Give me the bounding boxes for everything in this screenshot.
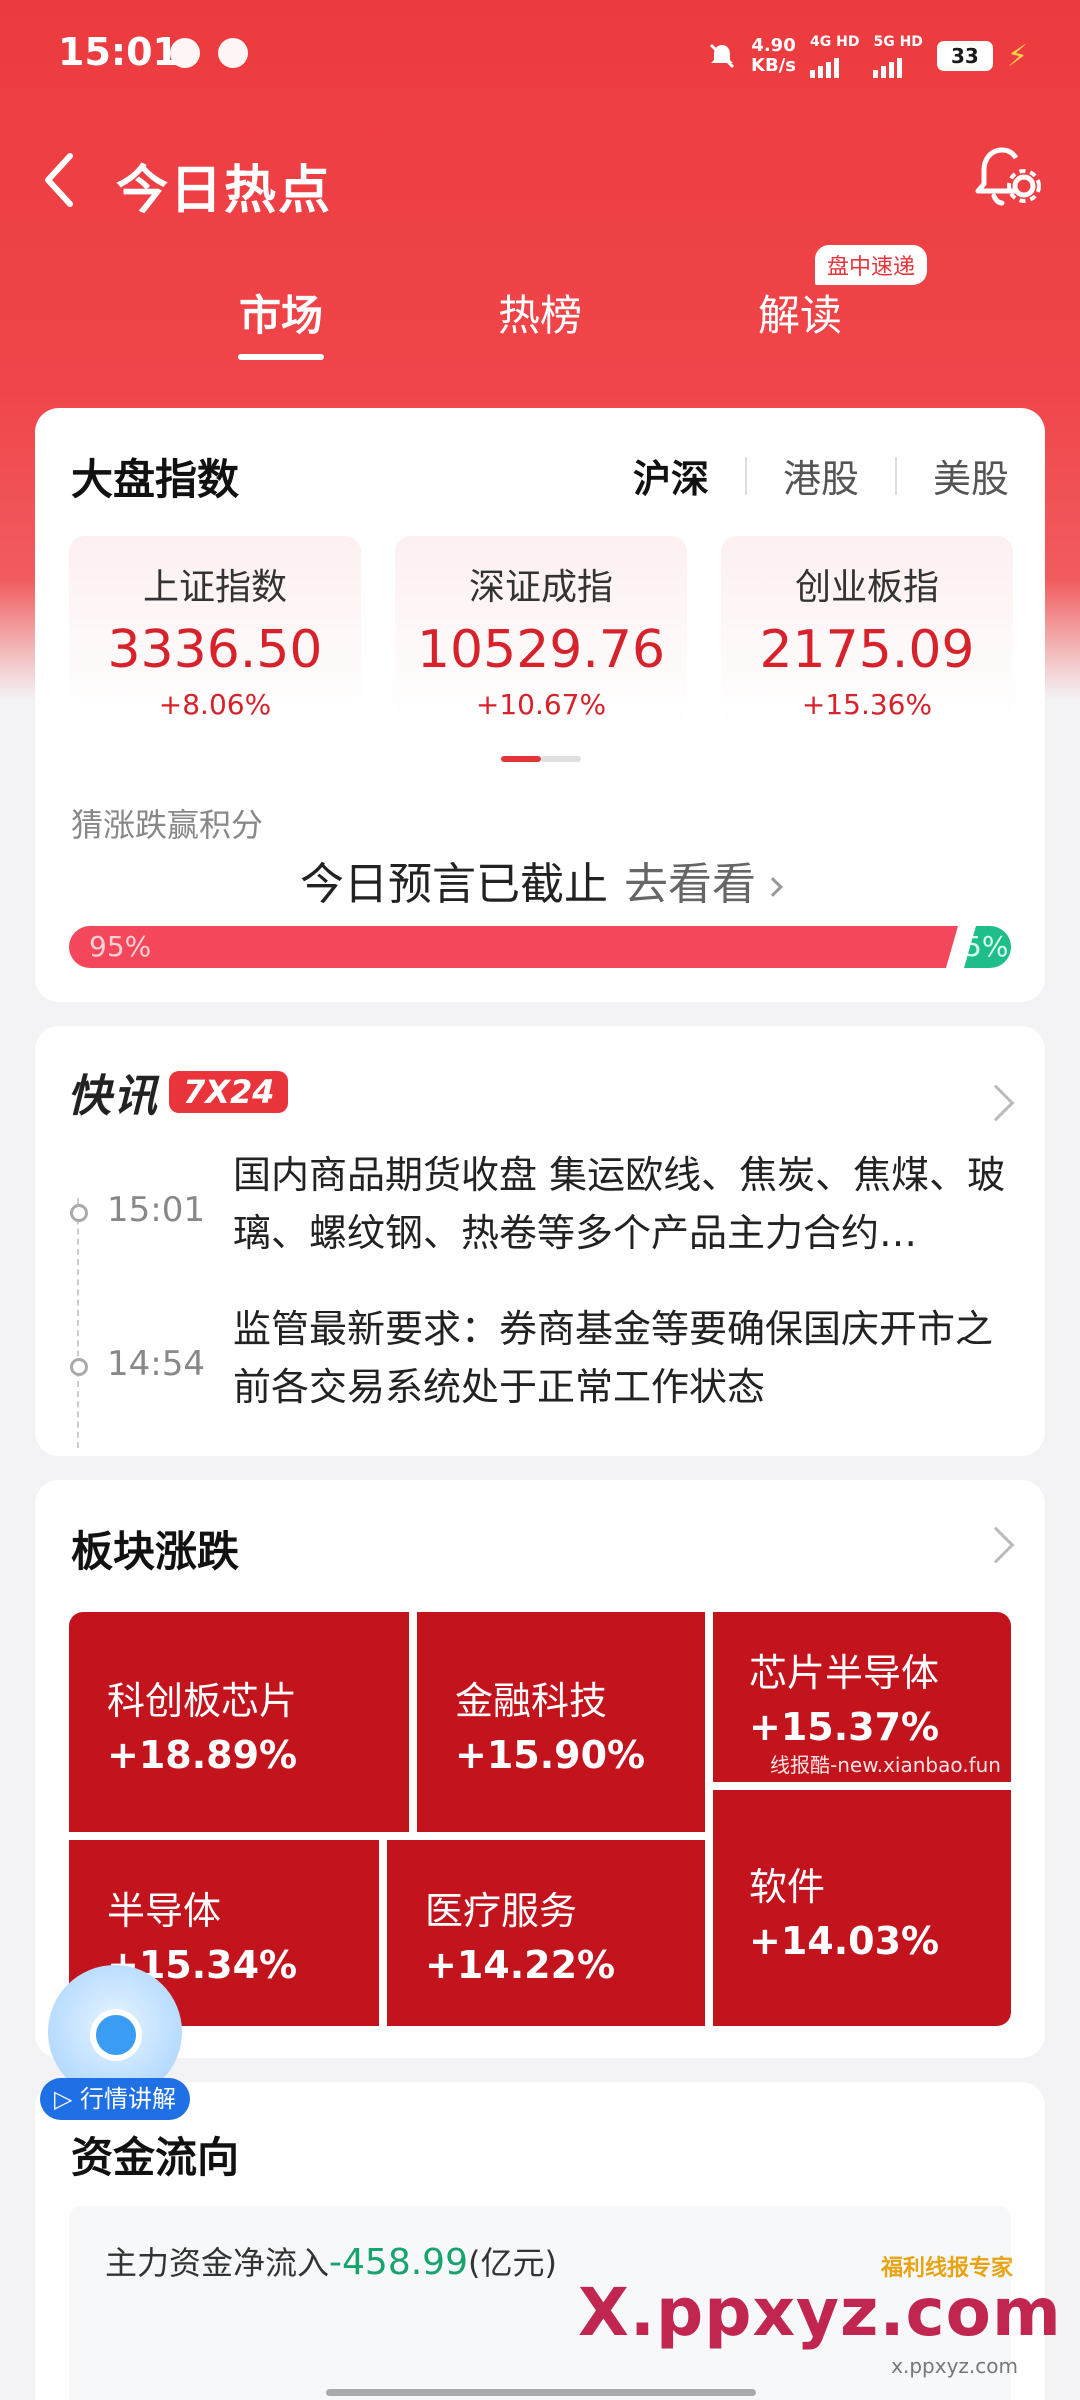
sector-change: +15.90% bbox=[455, 1733, 646, 1777]
flash-news-logo: 快讯 7X24 bbox=[67, 1060, 289, 1124]
battery-icon: 33 bbox=[936, 41, 993, 71]
timeline-dot bbox=[70, 1358, 88, 1376]
market-explain-float-button[interactable]: ▷ 行情讲解 bbox=[40, 1965, 190, 2123]
chevron-right-icon[interactable] bbox=[977, 1526, 1015, 1564]
tab-hot-list[interactable]: 热榜 bbox=[498, 282, 582, 343]
notification-icons bbox=[170, 38, 248, 68]
signal-5g: 5G HD bbox=[873, 34, 923, 78]
index-name: 上证指数 bbox=[142, 567, 287, 608]
signal-4g: 4G HD bbox=[810, 34, 859, 78]
back-arrow-icon[interactable] bbox=[38, 150, 82, 210]
sector-treemap: 科创板芯片 +18.89% 金融科技 +15.90% 芯片半导体 +15.37%… bbox=[69, 1612, 1011, 2026]
sector-change: +14.22% bbox=[425, 1943, 616, 1987]
prediction-link[interactable]: 去看看 bbox=[624, 859, 783, 910]
fund-flow-value: -458.99 bbox=[329, 2242, 468, 2283]
app-header: 今日热点 bbox=[0, 130, 1080, 230]
status-right: 4.90 KB/s 4G HD 5G HD 33 ⚡ bbox=[707, 34, 1028, 78]
sector-card-title: 板块涨跌 bbox=[71, 1527, 240, 1576]
tab-market[interactable]: 市场 bbox=[239, 282, 323, 343]
sector-name: 软件 bbox=[749, 1865, 826, 1909]
news-text: 国内商品期货收盘 集运欧线、焦炭、焦煤、玻璃、螺纹钢、热卷等多个产品主力合约… bbox=[233, 1153, 1006, 1255]
sector-tile[interactable]: 科创板芯片 +18.89% bbox=[69, 1612, 409, 1832]
timeline-dot bbox=[70, 1204, 88, 1222]
index-tile-szse[interactable]: 深证成指 10529.76 +10.67% bbox=[395, 536, 687, 726]
sector-name: 金融科技 bbox=[455, 1679, 608, 1723]
divider bbox=[744, 456, 747, 495]
sector-name: 医疗服务 bbox=[425, 1889, 578, 1933]
market-switch: 沪深 港股 美股 bbox=[633, 448, 1009, 503]
sector-tile[interactable]: 金融科技 +15.90% bbox=[417, 1612, 705, 1832]
active-tab-indicator bbox=[238, 354, 324, 360]
flash-badge: 7X24 bbox=[169, 1071, 289, 1113]
up-vote-bar: 95% bbox=[69, 926, 958, 968]
news-time: 14:54 bbox=[107, 1344, 205, 1384]
network-speed: 4.90 KB/s bbox=[751, 35, 797, 76]
page-title: 今日热点 bbox=[116, 161, 333, 221]
index-value: 10529.76 bbox=[416, 620, 666, 680]
flash-title: 快讯 bbox=[67, 1071, 159, 1122]
charging-icon: ⚡ bbox=[1006, 38, 1028, 74]
prediction-row: 今日预言已截止 去看看 bbox=[35, 848, 1045, 912]
index-change: +10.67% bbox=[475, 688, 607, 721]
fund-flow-unit: (亿元) bbox=[467, 2244, 557, 2282]
market-option-us[interactable]: 美股 bbox=[933, 448, 1009, 503]
index-card-title: 大盘指数 bbox=[71, 455, 240, 504]
tab-badge: 盘中速递 bbox=[815, 245, 928, 285]
index-tile-sse[interactable]: 上证指数 3336.50 +8.06% bbox=[69, 536, 361, 726]
index-change: +15.36% bbox=[801, 688, 933, 721]
sector-name: 芯片半导体 bbox=[749, 1651, 940, 1695]
down-vote-bar: 5% bbox=[964, 926, 1011, 968]
site-watermark: 福利线报专家 X.ppxyz.com x.ppxyz.com bbox=[578, 2250, 1061, 2378]
index-tile-chinext[interactable]: 创业板指 2175.09 +15.36% bbox=[721, 536, 1013, 726]
chevron-right-icon bbox=[763, 877, 783, 897]
flash-news-card[interactable]: 快讯 7X24 15:01 国内商品期货收盘 集运欧线、焦炭、焦煤、玻璃、螺纹钢… bbox=[35, 1026, 1045, 1456]
guess-label: 猜涨跌赢积分 bbox=[71, 806, 264, 844]
index-value: 2175.09 bbox=[759, 620, 975, 680]
wechat-icon bbox=[170, 38, 200, 68]
index-name: 深证成指 bbox=[468, 567, 613, 608]
index-change: +8.06% bbox=[158, 688, 272, 721]
carousel-pager bbox=[501, 756, 581, 762]
watermark-text: 线报酷-new.xianbao.fun bbox=[770, 1753, 1001, 1777]
index-value: 3336.50 bbox=[107, 620, 323, 680]
sector-change: +15.37% bbox=[749, 1705, 940, 1749]
sector-change: +18.89% bbox=[107, 1733, 298, 1777]
signal-bars-icon bbox=[873, 50, 922, 78]
status-bar: 15:01 4.90 KB/s 4G HD 5G HD 33 ⚡ bbox=[0, 0, 1080, 110]
watermark-sub: x.ppxyz.com bbox=[891, 2354, 1018, 2378]
market-option-hk[interactable]: 港股 bbox=[783, 448, 859, 503]
alert-settings-icon[interactable] bbox=[972, 142, 1042, 212]
app-notification-icon bbox=[218, 38, 248, 68]
mute-bell-icon bbox=[709, 43, 735, 69]
watermark-main: X.ppxyz.com bbox=[578, 2274, 1062, 2351]
fund-flow-label: 主力资金净流入 bbox=[105, 2244, 330, 2282]
index-row: 上证指数 3336.50 +8.06% 深证成指 10529.76 +10.67… bbox=[69, 536, 1013, 726]
timeline-line bbox=[77, 1198, 79, 1448]
sector-name: 科创板芯片 bbox=[107, 1679, 298, 1723]
market-option-sh-sz[interactable]: 沪深 bbox=[633, 448, 709, 503]
top-tabs: 市场 热榜 解读 bbox=[0, 270, 1080, 370]
sector-tile[interactable]: 医疗服务 +14.22% bbox=[387, 1840, 705, 2026]
chevron-right-icon[interactable] bbox=[977, 1084, 1015, 1122]
sector-name: 半导体 bbox=[107, 1889, 222, 1933]
divider bbox=[894, 456, 897, 495]
prediction-status: 今日预言已截止 bbox=[300, 859, 608, 910]
sector-change: +14.03% bbox=[749, 1919, 940, 1963]
signal-bars-icon bbox=[810, 50, 859, 78]
news-time: 15:01 bbox=[107, 1190, 205, 1230]
sector-tile[interactable]: 芯片半导体 +15.37% 线报酷-new.xianbao.fun bbox=[713, 1612, 1011, 1782]
status-time: 15:01 bbox=[58, 30, 179, 74]
market-explain-label: ▷ 行情讲解 bbox=[40, 2078, 190, 2120]
vote-ratio-bar: 95% 5% bbox=[69, 926, 1011, 968]
tab-analysis[interactable]: 解读 bbox=[758, 282, 842, 343]
index-card: 大盘指数 沪深 港股 美股 上证指数 3336.50 +8.06% 深证成指 1… bbox=[35, 408, 1045, 1002]
index-name: 创业板指 bbox=[794, 567, 939, 608]
sector-tile[interactable]: 软件 +14.03% bbox=[713, 1790, 1011, 2026]
home-indicator[interactable] bbox=[326, 2389, 756, 2396]
news-text: 监管最新要求：券商基金等要确保国庆开市之前各交易系统处于正常工作状态 bbox=[233, 1307, 994, 1409]
fund-flow-title: 资金流向 bbox=[71, 2133, 240, 2182]
fund-flow-summary: 主力资金净流入-458.99(亿元) bbox=[105, 2238, 557, 2284]
